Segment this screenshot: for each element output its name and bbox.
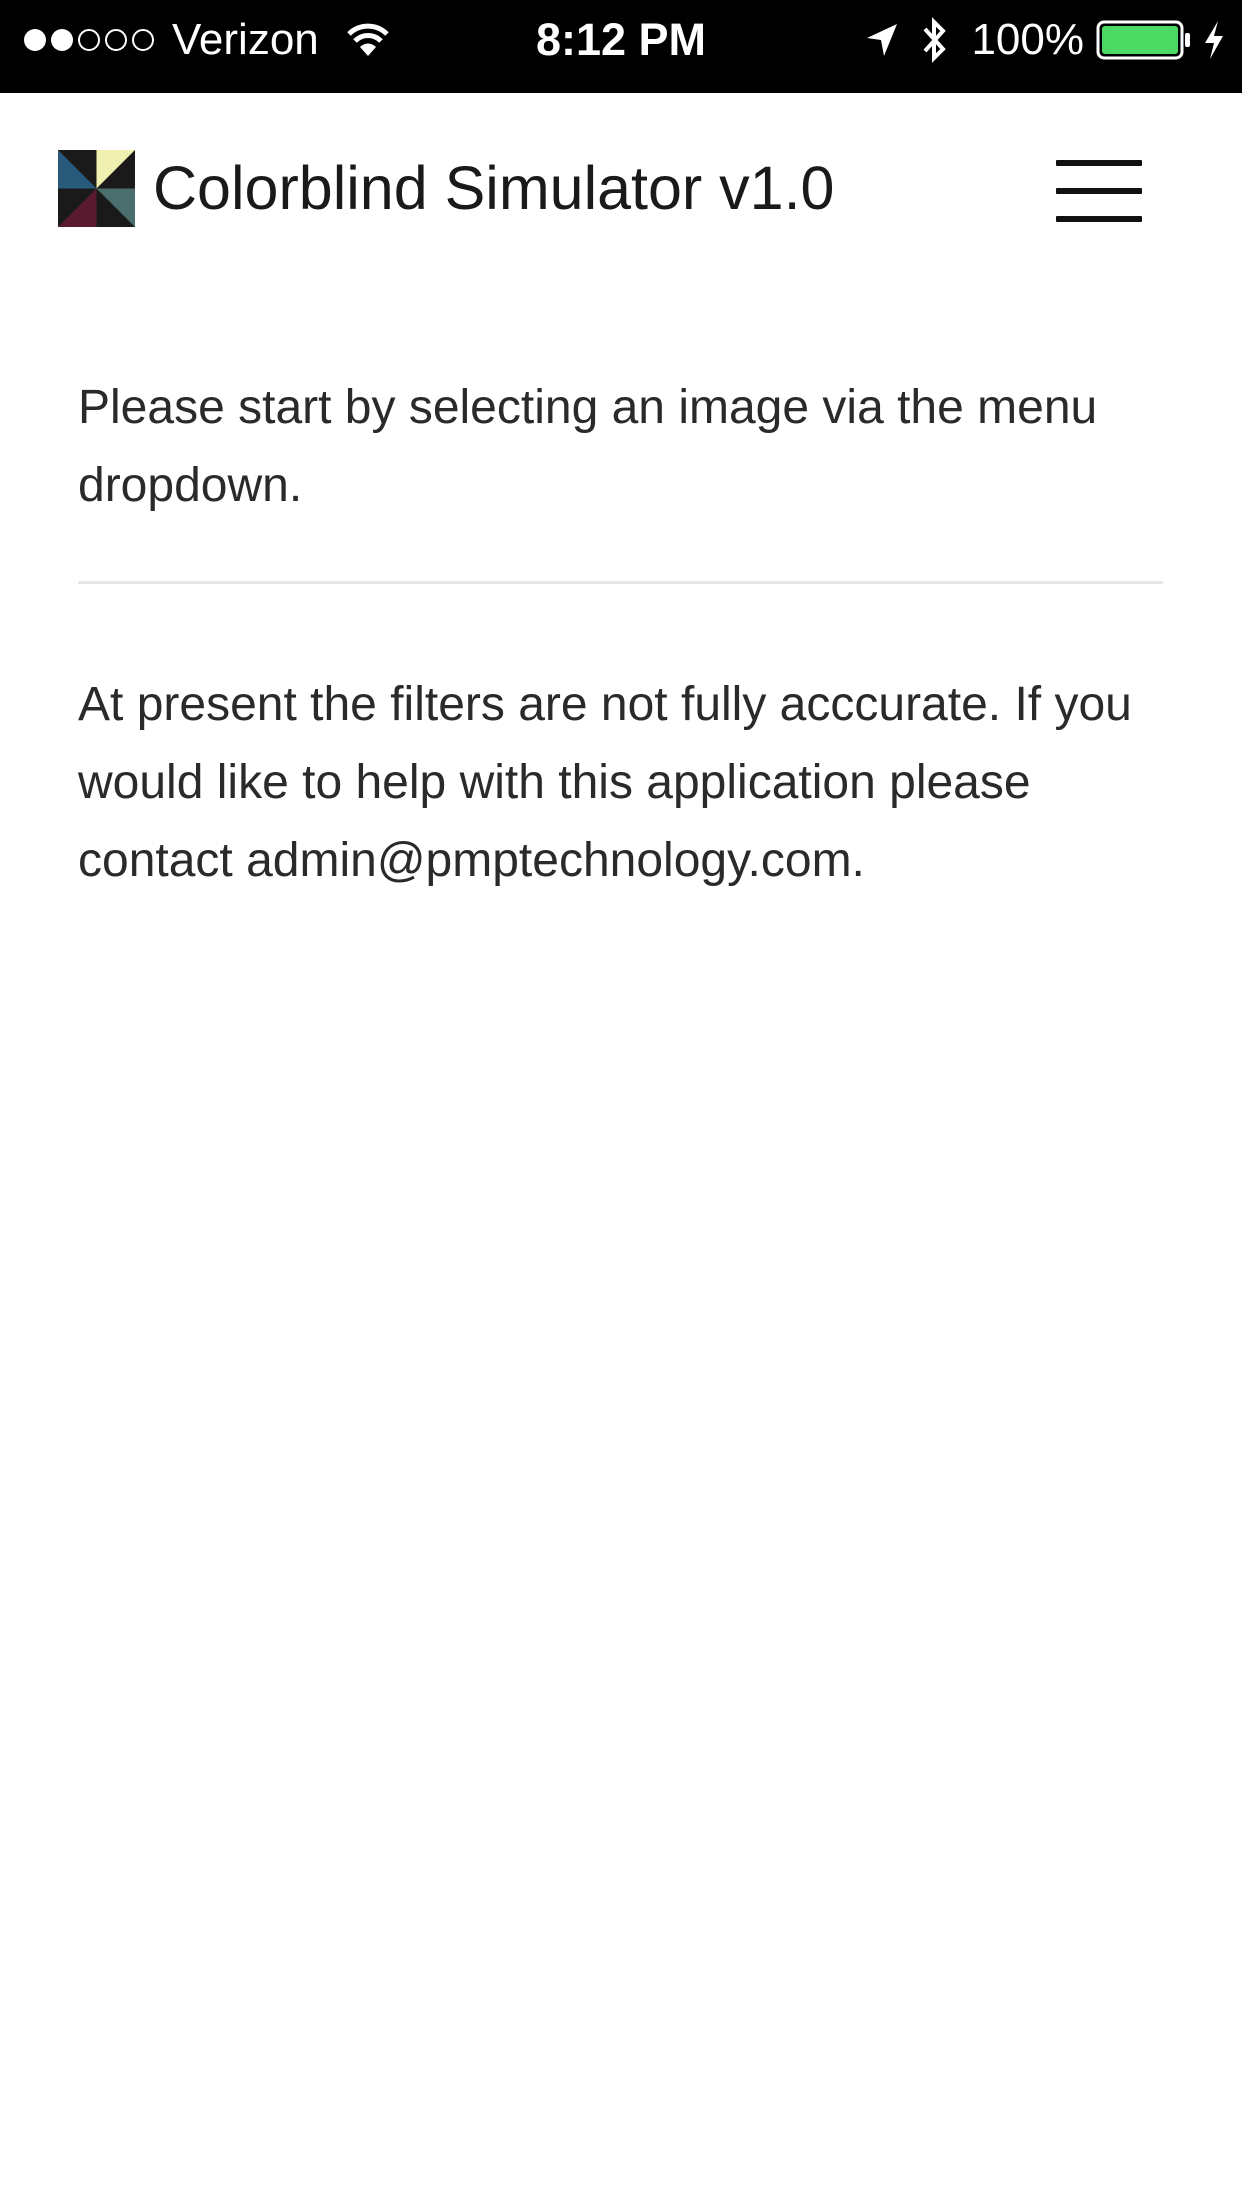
signal-dot (105, 29, 127, 51)
wifi-icon (345, 23, 391, 57)
app-logo-icon (58, 150, 135, 227)
signal-dot (78, 29, 100, 51)
divider (78, 581, 1163, 584)
brand-link[interactable]: Colorblind Simulator v1.0 (58, 150, 834, 227)
status-right: 100% (865, 0, 1226, 80)
bluetooth-icon (921, 17, 949, 63)
signal-dot (24, 29, 46, 51)
status-bar: Verizon 8:12 PM 100% (0, 0, 1242, 93)
signal-strength-icon (24, 29, 154, 51)
battery-percentage: 100% (971, 15, 1084, 64)
hamburger-menu-button[interactable] (1056, 160, 1142, 222)
app-header: Colorblind Simulator v1.0 (0, 93, 1242, 289)
main-content: Please start by selecting an image via t… (78, 369, 1168, 900)
carrier-name: Verizon (172, 15, 319, 64)
location-arrow-icon (865, 22, 899, 58)
battery-icon (1096, 20, 1192, 60)
charging-bolt-icon (1202, 20, 1226, 60)
app-title: Colorblind Simulator v1.0 (153, 154, 835, 222)
app-screen: Verizon 8:12 PM 100% Colorblind Simulato… (0, 0, 1242, 2208)
instruction-text: Please start by selecting an image via t… (78, 381, 1098, 512)
notice-text: At present the filters are not fully acc… (78, 678, 1132, 887)
signal-dot (51, 29, 73, 51)
signal-dot (132, 29, 154, 51)
status-left: Verizon (24, 0, 391, 80)
